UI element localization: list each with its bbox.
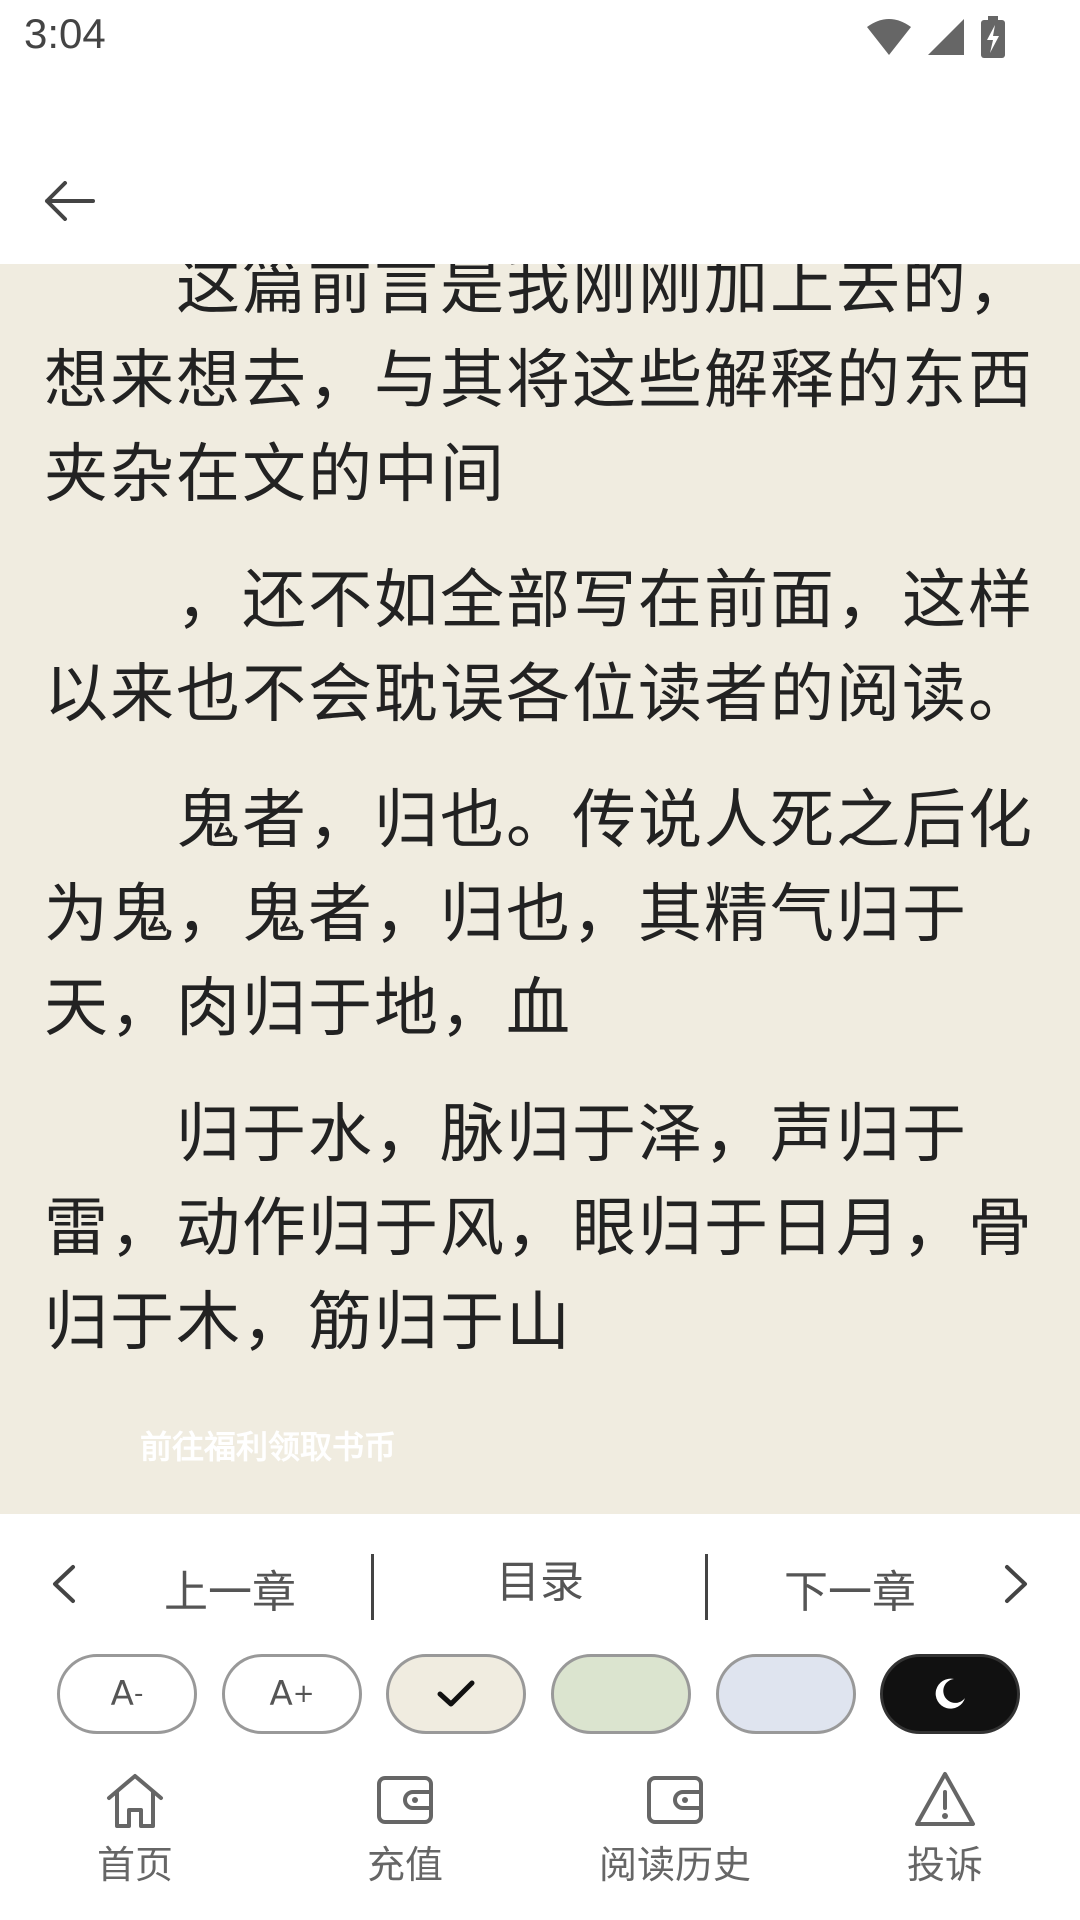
tab-recharge[interactable]: 充值 [305, 1768, 505, 1889]
prev-arrow-button[interactable] [34, 1554, 94, 1614]
paragraph: 这篇前言是我刚刚加上去的，想来想去，与其将这些解释的东西夹杂在文的中间 [44, 264, 1034, 512]
checkmark-icon [437, 1680, 475, 1707]
prev-chapter-button[interactable]: 上一章 [160, 1556, 300, 1620]
bottom-tab-bar: 首页 充值 阅读历史 投诉 [0, 1754, 1080, 1920]
minus-mark: - [133, 1679, 144, 1709]
history-wallet-icon [647, 1776, 703, 1824]
theme-blue-button[interactable] [716, 1654, 856, 1734]
tab-label: 充值 [366, 1843, 443, 1887]
tab-reading-history[interactable]: 阅读历史 [575, 1768, 775, 1889]
next-chapter-button[interactable]: 下一章 [780, 1556, 920, 1620]
chevron-right-icon [1005, 1565, 1027, 1603]
status-icons [866, 14, 1006, 60]
tab-label: 阅读历史 [598, 1843, 751, 1887]
theme-green-button[interactable] [551, 1654, 691, 1734]
theme-beige-button[interactable] [386, 1654, 526, 1734]
back-button[interactable] [34, 166, 104, 236]
signal-icon [928, 19, 964, 55]
status-bar: 3:04 [0, 0, 1080, 76]
moon-icon [935, 1678, 965, 1709]
paragraph: ，还不如全部写在前面，这样以来也不会耽误各位读者的阅读。 [44, 564, 1034, 732]
chevron-left-icon [53, 1565, 75, 1603]
warning-icon [915, 1772, 975, 1826]
battery-icon [981, 16, 1005, 58]
plus-mark: + [292, 1679, 315, 1709]
arrow-left-icon [45, 181, 95, 221]
top-bar [0, 76, 1080, 264]
wifi-icon [867, 19, 911, 55]
font-increase-label: A [269, 1674, 293, 1714]
tab-complaint[interactable]: 投诉 [845, 1768, 1045, 1889]
toc-button[interactable]: 目录 [470, 1546, 610, 1610]
tab-label: 投诉 [906, 1843, 983, 1887]
reading-area[interactable]: 这篇前言是我刚刚加上去的，想来想去，与其将这些解释的东西夹杂在文的中间 ，还不如… [0, 264, 1080, 1514]
divider [705, 1554, 708, 1620]
wallet-icon [377, 1776, 433, 1824]
font-decrease-button[interactable]: A- [57, 1654, 197, 1734]
night-mode-button[interactable] [880, 1654, 1020, 1734]
font-decrease-label: A [110, 1674, 134, 1714]
reader-settings-row: A- A + [0, 1654, 1080, 1754]
home-icon [107, 1774, 163, 1828]
paragraph: 归于水，脉归于泽，声归于雷，动作归于风，眼归于日月，骨归于木，筋归于山 [44, 1098, 1034, 1360]
tab-label: 首页 [96, 1843, 173, 1887]
paragraph: 鬼者，归也。传说人死之后化为鬼，鬼者，归也，其精气归于天，肉归于地，血 [44, 784, 1034, 1046]
next-arrow-button[interactable] [986, 1554, 1046, 1614]
tab-home[interactable]: 首页 [35, 1768, 235, 1889]
font-increase-button[interactable]: A + [222, 1654, 362, 1734]
chapter-nav: 上一章 目录 下一章 [0, 1514, 1080, 1654]
divider [371, 1554, 374, 1620]
welfare-coin-link[interactable]: 前往福利领取书币 [140, 1422, 396, 1468]
status-time: 3:04 [24, 10, 106, 57]
chapter-text: 这篇前言是我刚刚加上去的，想来想去，与其将这些解释的东西夹杂在文的中间 ，还不如… [44, 264, 1036, 1402]
